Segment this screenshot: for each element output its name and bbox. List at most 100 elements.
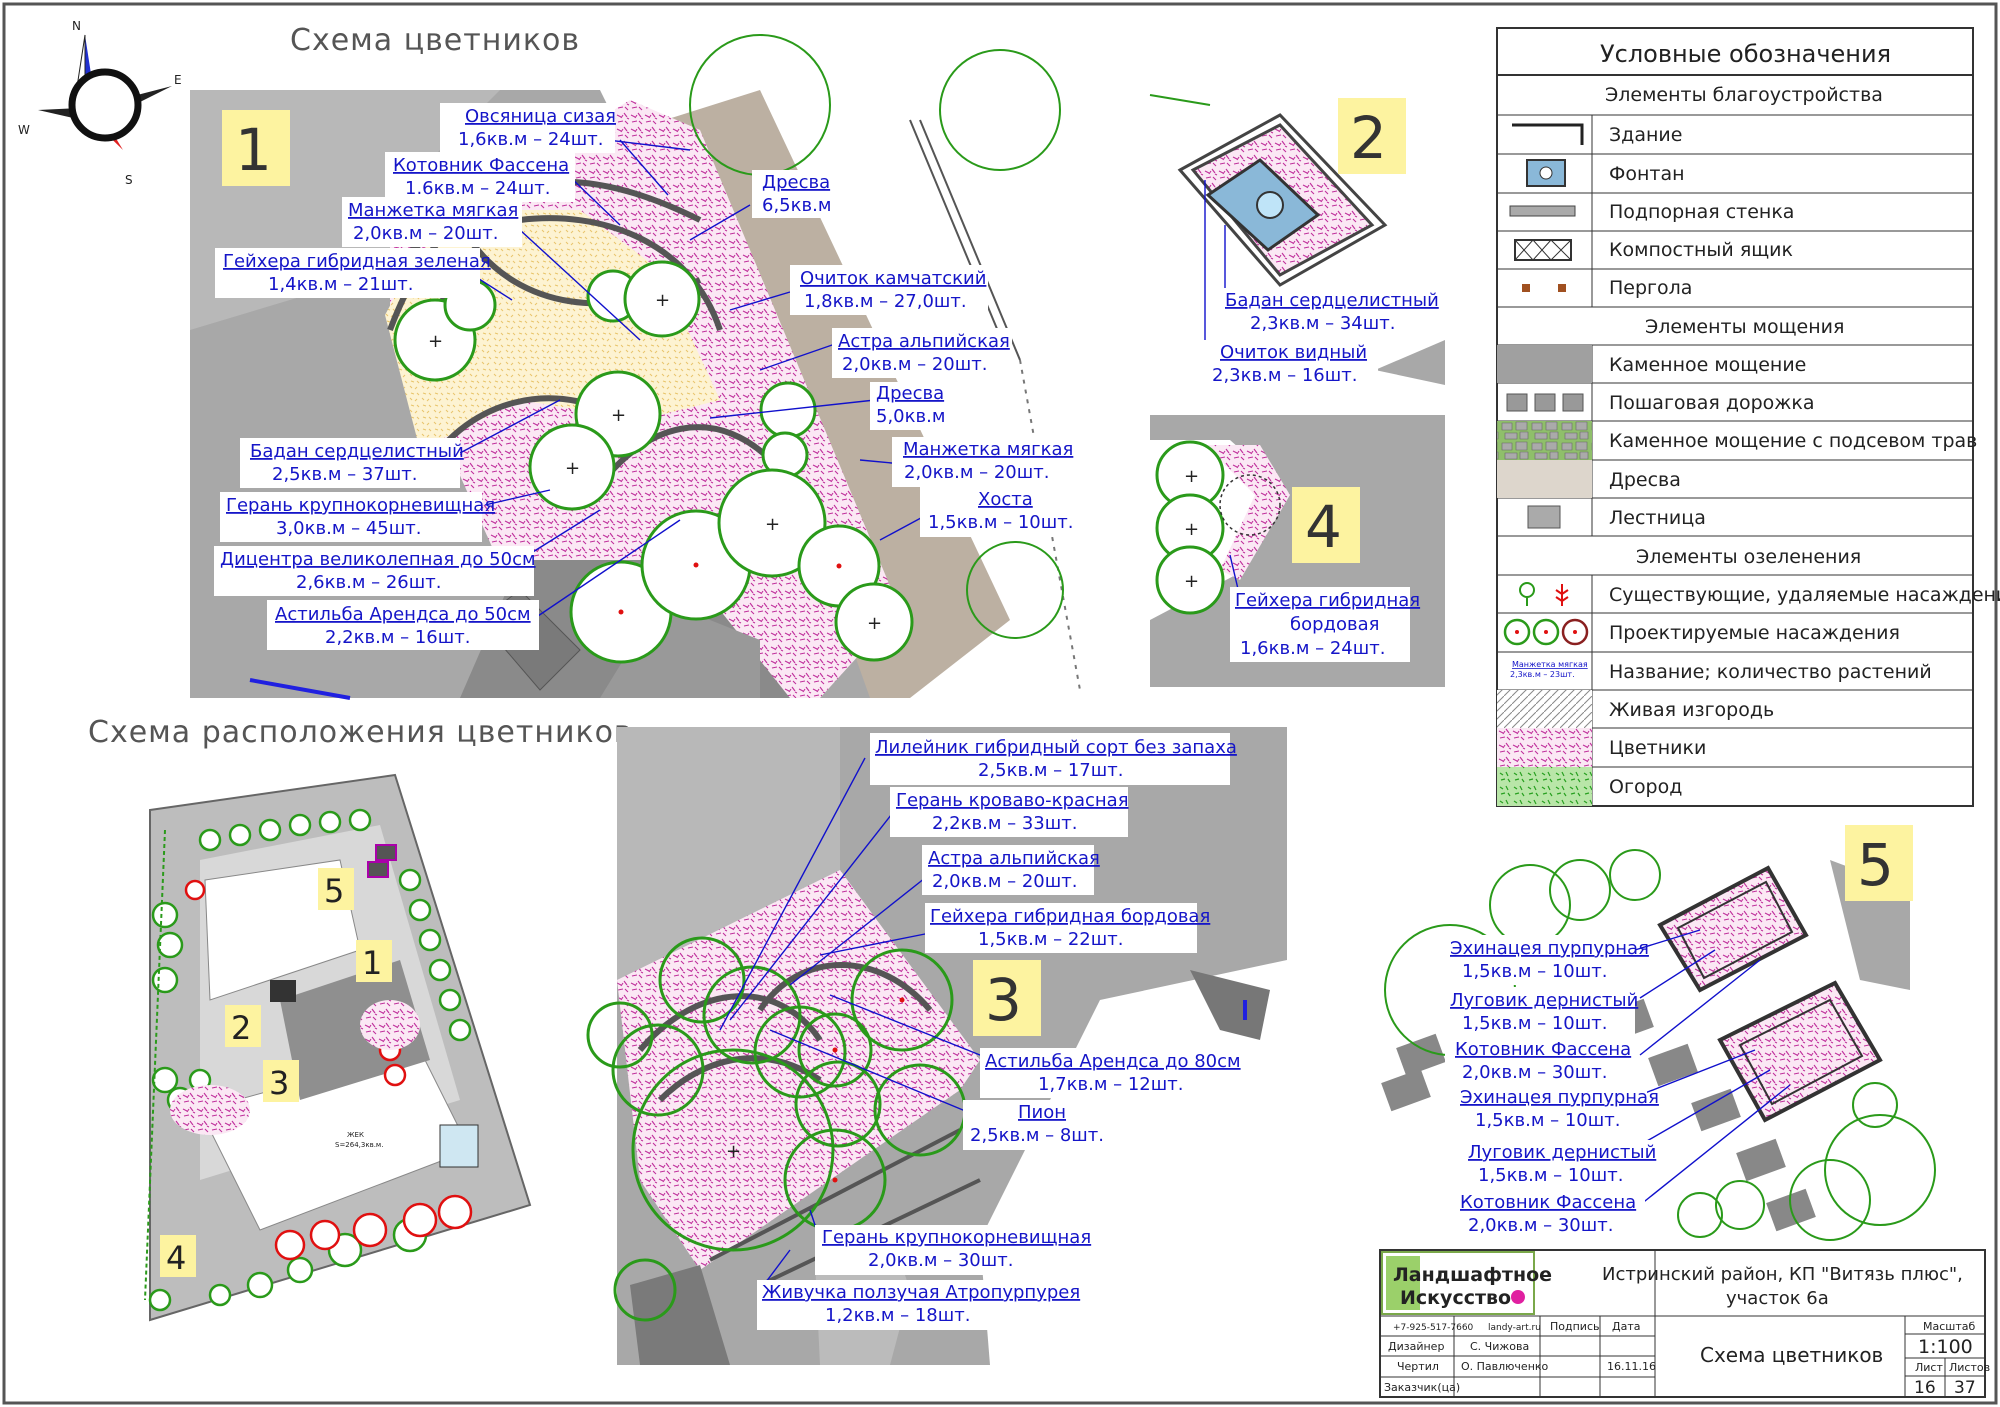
svg-text:1,5кв.м – 22шт.: 1,5кв.м – 22шт.: [978, 929, 1123, 950]
svg-text:2,5кв.м – 8шт.: 2,5кв.м – 8шт.: [970, 1125, 1104, 1146]
client-role: Заказчик(ца): [1384, 1381, 1460, 1394]
legend-stepping-path-icon: [1506, 393, 1528, 412]
legend-hedge-icon: [1497, 690, 1592, 728]
phone-text: +7-925-517-7660: [1393, 1323, 1474, 1333]
legend-vegetable-garden-icon: [1497, 767, 1592, 806]
label-dresva-2: Дресва 5,0кв.м: [870, 382, 950, 430]
svg-text:Дресва: Дресва: [876, 383, 944, 404]
svg-text:Бадан сердцелистный: Бадан сердцелистный: [250, 441, 464, 462]
svg-text:2,0кв.м – 30шт.: 2,0кв.м – 30шт.: [1468, 1215, 1613, 1236]
label-ekhinatseya-2: Эхинацея пурпурная 1,5кв.м – 10шт.: [1455, 1085, 1659, 1135]
svg-text:2,6кв.м – 26шт.: 2,6кв.м – 26шт.: [296, 572, 441, 593]
svg-text:+: +: [428, 331, 443, 352]
svg-text:Луговик дернистый: Луговик дернистый: [1468, 1142, 1656, 1163]
svg-text:+: +: [765, 514, 780, 535]
svg-text:2,0кв.м – 30шт.: 2,0кв.м – 30шт.: [1462, 1062, 1607, 1083]
svg-text:+: +: [611, 405, 626, 426]
signature-header: Подпись: [1550, 1320, 1599, 1333]
label-ekhinatseya-1: Эхинацея пурпурная 1,5кв.м – 10шт.: [1445, 935, 1649, 985]
legend-stone-paving-icon: [1497, 345, 1592, 383]
svg-text:6,5кв.м: 6,5кв.м: [762, 195, 831, 216]
compass-n: N: [72, 19, 81, 33]
svg-text:Котовник Фассена: Котовник Фассена: [1460, 1192, 1636, 1213]
legend-group-3: Элементы озеленения: [1636, 546, 1861, 568]
svg-text:Пергола: Пергола: [1609, 277, 1692, 299]
label-dresva-1: Дресва 6,5кв.м: [752, 170, 832, 218]
svg-text:Лилейник гибридный сорт без за: Лилейник гибридный сорт без запаха: [875, 737, 1237, 758]
svg-text:+: +: [1184, 466, 1199, 487]
svg-text:2,3кв.м – 34шт.: 2,3кв.м – 34шт.: [1250, 313, 1395, 334]
site-greenhouse: [439, 1124, 479, 1168]
label-astilba-80: Астильба Арендса до 80см 1,7кв.м – 12шт.: [980, 1048, 1245, 1098]
legend-stairs-icon: [1527, 505, 1561, 529]
sheets-label: Листов: [1949, 1361, 1990, 1374]
svg-text:Герань крупнокорневищная: Герань крупнокорневищная: [822, 1227, 1091, 1248]
svg-text:Огород: Огород: [1609, 776, 1682, 798]
svg-text:Хоста: Хоста: [978, 489, 1033, 510]
svg-text:Астильба Арендса до 80см: Астильба Арендса до 80см: [985, 1051, 1241, 1072]
site-fountain-icon: [270, 980, 296, 1002]
label-zhivuchka: Живучка ползучая Атропурпурея 1,2кв.м – …: [757, 1280, 1080, 1330]
svg-text:5: 5: [324, 872, 344, 910]
svg-text:2: 2: [231, 1009, 251, 1047]
svg-text:Дресва: Дресва: [1609, 469, 1681, 491]
logo-line1: Ландшафтное: [1393, 1264, 1552, 1286]
svg-text:2,0кв.м – 30шт.: 2,0кв.м – 30шт.: [868, 1250, 1013, 1271]
svg-text:+: +: [726, 1141, 741, 1162]
svg-text:Цветники: Цветники: [1609, 737, 1706, 759]
svg-text:1,6кв.м – 24шт.: 1,6кв.м – 24шт.: [1240, 638, 1385, 659]
svg-text:Астильба Арендса до 50см: Астильба Арендса до 50см: [275, 604, 531, 625]
section-2-number: 2: [1350, 104, 1387, 172]
drafter-role: Чертил: [1397, 1360, 1439, 1373]
svg-text:Каменное мощение с подсевом тр: Каменное мощение с подсевом трав: [1609, 430, 1977, 452]
logo-line2: Искусство: [1400, 1287, 1511, 1309]
svg-text:+: +: [1184, 519, 1199, 540]
svg-text:Астра альпийская: Астра альпийская: [928, 848, 1100, 869]
section-5-number: 5: [1857, 831, 1894, 899]
svg-text:2,0кв.м – 20шт.: 2,0кв.м – 20шт.: [932, 871, 1077, 892]
label-geykhera-green: Гейхера гибридная зеленая 1,4кв.м – 21шт…: [215, 248, 491, 298]
svg-text:бордовая: бордовая: [1290, 614, 1379, 635]
layout-heading: Схема расположения цветников: [88, 715, 633, 750]
svg-text:Дицентра великолепная до 50см: Дицентра великолепная до 50см: [220, 549, 536, 570]
landscape-drawing-sheet: Схема цветников Схема расположения цветн…: [2, 2, 2000, 1405]
compass-s: S: [125, 173, 133, 187]
label-geran-3: Герань крупнокорневищная 2,0кв.м – 30шт.: [815, 1225, 1091, 1275]
section-3-number: 3: [985, 966, 1022, 1034]
svg-text:2,5кв.м – 37шт.: 2,5кв.м – 37шт.: [272, 464, 417, 485]
legend-stone-grass-icon: [1497, 421, 1592, 460]
svg-text:Пион: Пион: [1018, 1102, 1066, 1123]
svg-text:Дресва: Дресва: [762, 172, 830, 193]
svg-text:Эхинацея пурпурная: Эхинацея пурпурная: [1460, 1087, 1659, 1108]
svg-text:2,0кв.м – 20шт.: 2,0кв.м – 20шт.: [904, 462, 1049, 483]
date-header: Дата: [1612, 1320, 1640, 1333]
sheet-label: Лист: [1915, 1361, 1943, 1374]
label-lugovik-1: Луговик дернистый 1,5кв.м – 10шт.: [1445, 987, 1638, 1037]
site-text: landy-art.ru: [1488, 1323, 1541, 1333]
svg-text:1,2кв.м – 18шт.: 1,2кв.м – 18шт.: [825, 1305, 970, 1326]
svg-text:Луговик дернистый: Луговик дернистый: [1450, 990, 1638, 1011]
svg-text:1,5кв.м – 10шт.: 1,5кв.м – 10шт.: [1478, 1165, 1623, 1186]
svg-text:Фонтан: Фонтан: [1609, 163, 1685, 185]
label-ochitok-vidny: Очиток видный 2,3кв.м – 16шт.: [1200, 340, 1378, 390]
svg-text:+: +: [867, 613, 882, 634]
svg-text:Манжетка мягкая: Манжетка мягкая: [1512, 660, 1588, 669]
svg-text:2,3кв.м – 23шт.: 2,3кв.м – 23шт.: [1510, 670, 1575, 679]
svg-text:2,3кв.м – 16шт.: 2,3кв.м – 16шт.: [1212, 365, 1357, 386]
scheme-heading: Схема цветников: [290, 23, 580, 58]
svg-text:+: +: [1184, 571, 1199, 592]
svg-text:Лестница: Лестница: [1609, 507, 1706, 529]
legend-flowerbed-icon: [1497, 728, 1592, 767]
label-khosta: Хоста 1,5кв.м – 10шт.: [920, 487, 1095, 537]
svg-text:Каменное мощение: Каменное мощение: [1609, 354, 1806, 376]
label-kotovnik-5b: Котовник Фассена 2,0кв.м – 30шт.: [1455, 1190, 1645, 1240]
designer-name: С. Чижова: [1470, 1340, 1529, 1353]
scale-label: Масштаб: [1923, 1320, 1975, 1333]
scale-value: 1:100: [1918, 1336, 1973, 1358]
svg-text:5,0кв.м: 5,0кв.м: [876, 406, 945, 427]
sheet-number: 16: [1914, 1378, 1936, 1398]
svg-text:Пошаговая дорожка: Пошаговая дорожка: [1609, 392, 1815, 414]
svg-text:Проектируемые насаждения: Проектируемые насаждения: [1609, 622, 1900, 644]
svg-text:1,6кв.м – 24шт.: 1,6кв.м – 24шт.: [458, 129, 603, 150]
svg-text:Герань кроваво-красная: Герань кроваво-красная: [896, 790, 1129, 811]
